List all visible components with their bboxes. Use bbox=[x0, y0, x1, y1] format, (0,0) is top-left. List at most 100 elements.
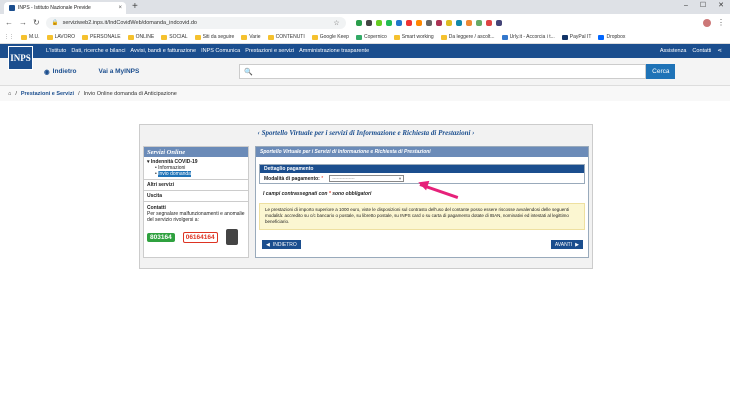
close-tab-icon[interactable]: × bbox=[118, 5, 122, 11]
menu-item[interactable]: L'Istituto bbox=[46, 48, 66, 54]
green-number-badge: 803164 bbox=[147, 232, 175, 242]
breadcrumb-current: Invio Online domanda di Anticipazione bbox=[83, 90, 177, 97]
url-text: serviziweb2.inps.it/IndCovidWeb/domanda_… bbox=[62, 19, 197, 26]
sidebar-title: Servizi Online bbox=[144, 147, 248, 157]
sidebar-item-invio-domanda[interactable]: • Invio domanda bbox=[155, 171, 245, 177]
extension-icon[interactable] bbox=[355, 19, 362, 26]
avanti-button[interactable]: AVANTI ▶ bbox=[550, 240, 583, 249]
window-controls: – ☐ ✕ bbox=[684, 0, 730, 12]
bookmark-item[interactable]: CONTENUTI bbox=[267, 34, 305, 40]
search-input[interactable]: 🔍 bbox=[239, 64, 647, 79]
extension-icon[interactable] bbox=[395, 19, 402, 26]
contatti-link[interactable]: Contatti bbox=[692, 48, 711, 54]
extension-icon[interactable] bbox=[485, 19, 492, 26]
assistenza-link[interactable]: Assistenza bbox=[660, 48, 687, 54]
reload-icon[interactable]: ↻ bbox=[33, 18, 40, 27]
menu-item[interactable]: Avvisi, bandi e fatturazione bbox=[130, 48, 196, 54]
extension-icon[interactable] bbox=[475, 19, 482, 26]
inps-favicon-icon bbox=[9, 5, 15, 11]
folder-icon bbox=[127, 34, 134, 40]
extension-icon[interactable] bbox=[425, 19, 432, 26]
bookmark-item[interactable]: PERSONALE bbox=[82, 34, 121, 40]
bookmark-item[interactable]: Google Keep bbox=[311, 34, 349, 40]
menu-right: Assistenza Contatti ⋖ bbox=[660, 48, 730, 54]
urly-icon bbox=[501, 34, 508, 40]
contacts-text: Per segnalare malfunzionamenti e anomali… bbox=[147, 211, 245, 223]
service-banner: ‹ Sportello Virtuale per i servizi di In… bbox=[257, 128, 475, 137]
folder-icon bbox=[241, 34, 248, 40]
contacts-box: Contatti Per segnalare malfunzionamenti … bbox=[144, 202, 248, 248]
apps-icon[interactable]: ⋮⋮ bbox=[4, 34, 14, 40]
folder-icon bbox=[46, 34, 53, 40]
inps-top-nav: INPS L'Istituto Dati, ricerche e bilanci… bbox=[0, 44, 730, 70]
tab-title: INPS - Istituto Nazionale Previde bbox=[18, 5, 91, 11]
keep-icon bbox=[311, 34, 318, 40]
inps-subheader: ◉ Indietro Vai a MyINPS 🔍 Cerca bbox=[0, 58, 730, 86]
payment-detail-title: Dettaglio pagamento bbox=[260, 165, 584, 173]
browser-tab[interactable]: INPS - Istituto Nazionale Previde × bbox=[4, 2, 126, 14]
bookmark-item[interactable]: ONLINE bbox=[127, 34, 154, 40]
bookmarks-bar: ⋮⋮ M.U. LAVORO PERSONALE ONLINE SOCIAL S… bbox=[0, 31, 730, 44]
extensions bbox=[355, 19, 502, 26]
menu-item[interactable]: Amministrazione trasparente bbox=[299, 48, 369, 54]
bookmark-item[interactable]: Dropbox bbox=[598, 34, 625, 40]
close-window-icon[interactable]: ✕ bbox=[718, 0, 724, 12]
bookmark-item[interactable]: M.U. bbox=[21, 34, 40, 40]
extension-icon[interactable] bbox=[465, 19, 472, 26]
folder-icon bbox=[393, 34, 400, 40]
indietro-button[interactable]: ◀ INDIETRO bbox=[262, 240, 301, 249]
bookmark-item[interactable]: Da leggere / ascolt... bbox=[440, 34, 495, 40]
extension-icon[interactable] bbox=[445, 19, 452, 26]
bookmark-item[interactable]: Urly.it - Accorcia i t... bbox=[501, 34, 555, 40]
address-bar-row: ← → ↻ 🔒 serviziweb2.inps.it/IndCovidWeb/… bbox=[0, 14, 730, 31]
bookmark-item[interactable]: Copernico bbox=[355, 34, 387, 40]
bookmark-item[interactable]: LAVORO bbox=[46, 34, 75, 40]
maximize-icon[interactable]: ☐ bbox=[700, 0, 706, 12]
bookmark-item[interactable]: Siti da seguire bbox=[194, 34, 234, 40]
menu-item[interactable]: Dati, ricerche e bilanci bbox=[71, 48, 125, 54]
payment-method-select[interactable]: --------------- ▾ bbox=[329, 175, 405, 182]
menu-item[interactable]: Prestazioni e servizi bbox=[245, 48, 294, 54]
content-panel: Sportello Virtuale per i Servizi di Info… bbox=[255, 146, 589, 258]
share-icon[interactable]: ⋖ bbox=[717, 48, 722, 54]
forward-arrow-icon[interactable]: → bbox=[19, 18, 27, 27]
bookmark-star-icon[interactable]: ☆ bbox=[333, 19, 339, 27]
minimize-icon[interactable]: – bbox=[684, 0, 688, 12]
bookmark-item[interactable]: Varie bbox=[241, 34, 261, 40]
extension-icon[interactable] bbox=[385, 19, 392, 26]
bookmark-item[interactable]: Smart working bbox=[393, 34, 434, 40]
extension-icon[interactable] bbox=[455, 19, 462, 26]
extension-icon[interactable] bbox=[415, 19, 422, 26]
folder-icon bbox=[267, 34, 274, 40]
extension-icon[interactable] bbox=[375, 19, 382, 26]
new-tab-button[interactable]: + bbox=[132, 1, 138, 12]
menu-dots-icon[interactable]: ⋮ bbox=[717, 18, 725, 27]
back-arrow-icon[interactable]: ← bbox=[5, 18, 13, 27]
breadcrumb-link[interactable]: Prestazioni e Servizi bbox=[21, 91, 74, 97]
search-button[interactable]: Cerca bbox=[646, 64, 676, 79]
red-number-badge: 06164164 bbox=[182, 231, 218, 243]
sidebar-item-uscita[interactable]: Uscita bbox=[144, 191, 248, 202]
mobile-phone-icon bbox=[225, 229, 238, 245]
extension-icon[interactable] bbox=[365, 19, 372, 26]
omnibox[interactable]: 🔒 serviziweb2.inps.it/IndCovidWeb/domand… bbox=[45, 16, 346, 29]
menu-item[interactable]: INPS Comunica bbox=[201, 48, 240, 54]
arrow-right-icon: ▶ bbox=[575, 241, 579, 248]
extension-icon[interactable] bbox=[405, 19, 412, 26]
myinps-link[interactable]: Vai a MyINPS bbox=[99, 68, 140, 75]
extension-icon[interactable] bbox=[435, 19, 442, 26]
breadcrumb: ⌂ / Prestazioni e Servizi / Invio Online d… bbox=[0, 86, 730, 101]
sidebar-section: ▾ Indennità COVID-19 • Informazioni • In… bbox=[144, 157, 248, 180]
bookmark-item[interactable]: PayPal IT bbox=[561, 34, 591, 40]
home-icon[interactable]: ⌂ bbox=[8, 91, 11, 97]
required-note: I campi contrassegnati con * sono obblig… bbox=[263, 191, 372, 197]
bookmark-item[interactable]: SOCIAL bbox=[161, 34, 188, 40]
extension-icon[interactable] bbox=[495, 19, 502, 26]
inps-logo[interactable]: INPS bbox=[8, 46, 33, 70]
profile-avatar[interactable] bbox=[703, 18, 711, 27]
copernico-icon bbox=[355, 34, 362, 40]
indietro-link[interactable]: ◉ Indietro bbox=[44, 68, 77, 76]
dropdown-arrow-icon: ▾ bbox=[398, 175, 402, 181]
sidebar: Servizi Online ▾ Indennità COVID-19 • In… bbox=[143, 146, 249, 258]
sidebar-item-altri-servizi[interactable]: Altri servizi bbox=[144, 180, 248, 191]
